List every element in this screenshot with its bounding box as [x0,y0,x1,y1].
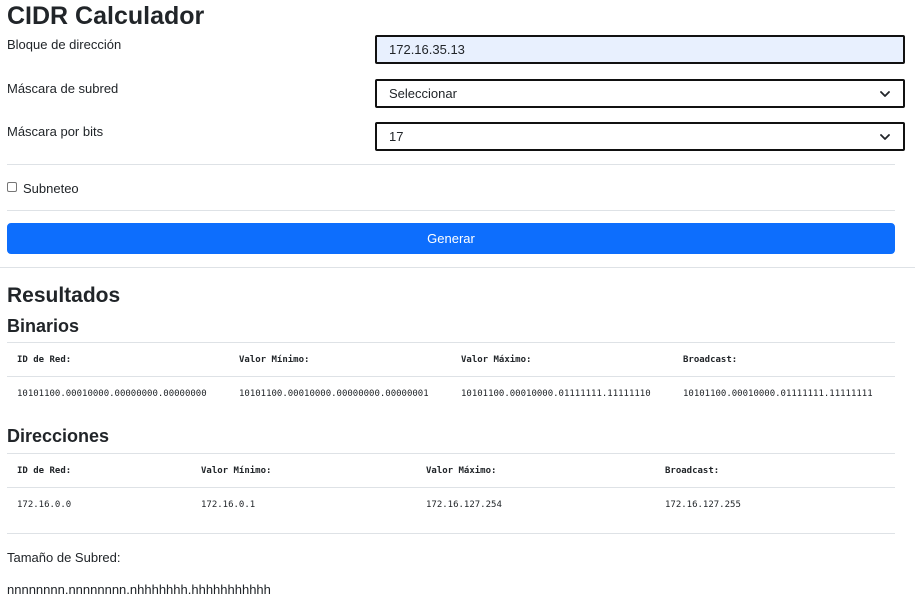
chevron-down-icon [880,90,890,97]
binary-header-max: Valor Máximo: [461,355,532,365]
binary-header-broadcast: Broadcast: [683,355,738,365]
divider [0,267,915,268]
binary-heading: Binarios [7,316,80,336]
address-block-label: Bloque de dirección [7,37,122,52]
binary-min-value: 10101100.00010000.00000000.00000001 [239,389,429,399]
bits-mask-select[interactable]: 17 [375,122,905,151]
bits-mask-selected-value: 17 [389,129,404,144]
addr-header-max: Valor Máximo: [426,466,497,476]
subnet-mask-label: Máscara de subred [7,81,119,96]
addr-network-id: 172.16.0.0 [17,500,72,510]
results-heading: Resultados [7,284,121,307]
table-border [7,342,895,343]
addresses-heading: Direcciones [7,426,110,446]
addr-header-network-id: ID de Red: [17,466,72,476]
address-block-value: 172.16.35.13 [389,42,465,57]
binary-header-min: Valor Mínimo: [239,355,310,365]
addr-min-value: 172.16.0.1 [201,500,256,510]
binary-max-value: 10101100.00010000.01111111.11111110 [461,389,651,399]
subnetting-label[interactable]: Subneteo [23,181,79,197]
table-border [7,453,895,454]
subnet-size-value: nnnnnnnn.nnnnnnnn.nhhhhhhh.hhhhhhhhhhh [7,582,271,597]
addr-header-broadcast: Broadcast: [665,466,720,476]
table-border [7,376,895,377]
generate-button[interactable]: Generar [7,223,895,254]
addr-header-min: Valor Mínimo: [201,466,272,476]
binary-header-network-id: ID de Red: [17,355,72,365]
addr-broadcast: 172.16.127.255 [665,500,741,510]
binary-network-id: 10101100.00010000.00000000.00000000 [17,389,207,399]
divider [7,210,895,211]
divider [7,533,895,534]
binary-broadcast: 10101100.00010000.01111111.11111111 [683,389,873,399]
subnet-mask-selected-value: Seleccionar [389,86,457,101]
page-title: CIDR Calculador [7,2,205,30]
divider [7,164,895,165]
address-block-input[interactable]: 172.16.35.13 [375,35,905,64]
addr-max-value: 172.16.127.254 [426,500,502,510]
subnetting-checkbox[interactable] [7,182,17,192]
subnet-mask-select[interactable]: Seleccionar [375,79,905,108]
table-border [7,487,895,488]
chevron-down-icon [880,133,890,140]
bits-mask-label: Máscara por bits [7,124,104,139]
subnet-size-label: Tamaño de Subred: [7,550,121,565]
